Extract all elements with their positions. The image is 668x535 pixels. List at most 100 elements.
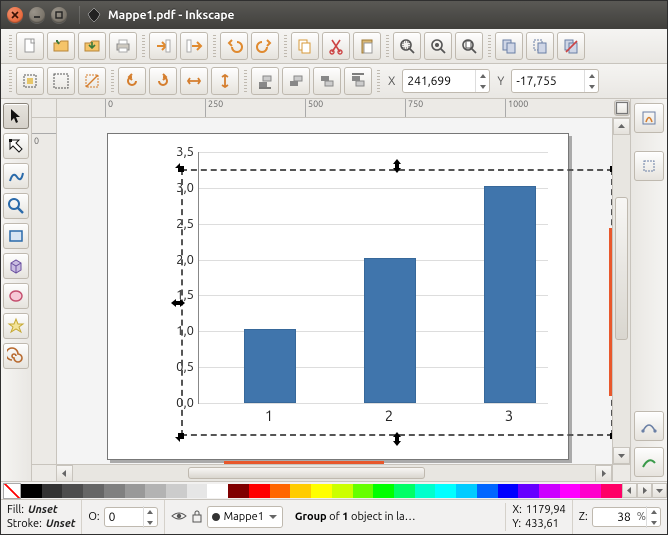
fill-stroke-indicator[interactable]: Fill:Unset Stroke:Unset bbox=[1, 502, 81, 532]
window-close-button[interactable] bbox=[7, 7, 23, 23]
canvas[interactable]: 0,00,51,01,52,02,53,03,5123 bbox=[57, 118, 612, 464]
palette-swatch[interactable] bbox=[145, 484, 166, 498]
palette-scroll-right[interactable] bbox=[637, 483, 652, 498]
unlink-clone-button[interactable] bbox=[557, 32, 585, 60]
palette-swatch[interactable] bbox=[580, 484, 601, 498]
palette-menu-button[interactable] bbox=[652, 483, 667, 498]
horizontal-ruler[interactable]: 0 250 500 750 1000 bbox=[57, 99, 613, 118]
zoom-page-button[interactable] bbox=[455, 32, 483, 60]
ellipse-tool[interactable] bbox=[3, 283, 29, 309]
toggle-commands-bar-button[interactable] bbox=[614, 100, 630, 116]
selection-handle-n[interactable] bbox=[390, 159, 404, 173]
print-button[interactable] bbox=[109, 32, 137, 60]
opacity-spin-down[interactable] bbox=[144, 517, 157, 528]
select-all-button[interactable] bbox=[47, 67, 75, 95]
palette-swatch[interactable] bbox=[228, 484, 249, 498]
palette-swatch[interactable] bbox=[311, 484, 332, 498]
palette-swatch[interactable] bbox=[435, 484, 456, 498]
y-coord-input[interactable] bbox=[512, 75, 584, 88]
open-document-button[interactable] bbox=[47, 32, 75, 60]
palette-scroll-left[interactable] bbox=[622, 483, 637, 498]
save-document-button[interactable] bbox=[78, 32, 106, 60]
scroll-left-button[interactable] bbox=[56, 465, 73, 482]
raise-to-top-button[interactable] bbox=[344, 67, 372, 95]
palette-swatch[interactable] bbox=[477, 484, 498, 498]
flip-horizontal-button[interactable] bbox=[180, 67, 208, 95]
ruler-corner[interactable] bbox=[32, 99, 57, 118]
3dbox-tool[interactable] bbox=[3, 253, 29, 279]
x-spin-up[interactable] bbox=[476, 70, 489, 81]
y-coord-field[interactable] bbox=[511, 69, 599, 93]
zoom-spin-down[interactable] bbox=[647, 517, 660, 528]
zoom-field[interactable]: % bbox=[592, 507, 661, 527]
selector-tool[interactable] bbox=[3, 103, 29, 129]
paste-button[interactable] bbox=[353, 32, 381, 60]
layer-visibility-icon[interactable] bbox=[171, 510, 187, 525]
selection-handle-sw[interactable] bbox=[174, 429, 188, 443]
deselect-button[interactable] bbox=[78, 67, 106, 95]
palette-swatch[interactable] bbox=[560, 484, 581, 498]
y-spin-down[interactable] bbox=[585, 81, 598, 92]
opacity-spin-up[interactable] bbox=[144, 506, 157, 517]
palette-swatch[interactable] bbox=[518, 484, 539, 498]
snap-paths-button[interactable] bbox=[634, 447, 664, 477]
selection-handle-nw[interactable] bbox=[174, 162, 188, 176]
redo-button[interactable] bbox=[251, 32, 279, 60]
flip-vertical-button[interactable] bbox=[211, 67, 239, 95]
selection-handle-w[interactable] bbox=[171, 296, 185, 310]
layer-lock-icon[interactable] bbox=[191, 509, 203, 526]
y-spin-up[interactable] bbox=[585, 70, 598, 81]
window-minimize-button[interactable] bbox=[29, 7, 45, 23]
palette-swatch[interactable] bbox=[207, 484, 228, 498]
vertical-ruler[interactable]: 0 bbox=[32, 118, 57, 464]
palette-swatch[interactable] bbox=[187, 484, 208, 498]
tweak-tool[interactable] bbox=[3, 163, 29, 189]
x-spin-down[interactable] bbox=[476, 81, 489, 92]
palette-swatch[interactable] bbox=[290, 484, 311, 498]
palette-swatch[interactable] bbox=[42, 484, 63, 498]
palette-swatch[interactable] bbox=[125, 484, 146, 498]
x-coord-field[interactable] bbox=[402, 69, 490, 93]
window-maximize-button[interactable] bbox=[51, 7, 67, 23]
palette-swatch[interactable] bbox=[332, 484, 353, 498]
select-all-layers-button[interactable] bbox=[16, 67, 44, 95]
zoom-spin-up[interactable] bbox=[647, 506, 660, 517]
zoom-drawing-button[interactable] bbox=[424, 32, 452, 60]
snap-nodes-button[interactable] bbox=[634, 411, 664, 441]
zoom-input[interactable] bbox=[593, 511, 635, 524]
vertical-scrollbar[interactable] bbox=[612, 118, 630, 464]
copy-button[interactable] bbox=[291, 32, 319, 60]
palette-swatch[interactable] bbox=[21, 484, 42, 498]
rotate-ccw-button[interactable] bbox=[118, 67, 146, 95]
lower-button[interactable] bbox=[282, 67, 310, 95]
scroll-up-button[interactable] bbox=[613, 118, 630, 135]
scroll-down-button[interactable] bbox=[613, 447, 630, 464]
lower-to-bottom-button[interactable] bbox=[251, 67, 279, 95]
zoom-tool[interactable] bbox=[3, 193, 29, 219]
palette-none-swatch[interactable] bbox=[3, 483, 21, 499]
palette-swatch[interactable] bbox=[498, 484, 519, 498]
raise-button[interactable] bbox=[313, 67, 341, 95]
spiral-tool[interactable] bbox=[3, 343, 29, 369]
palette-swatch[interactable] bbox=[104, 484, 125, 498]
star-tool[interactable] bbox=[3, 313, 29, 339]
zoom-selection-button[interactable] bbox=[393, 32, 421, 60]
palette-swatch[interactable] bbox=[166, 484, 187, 498]
selection-handle-ne[interactable] bbox=[606, 162, 612, 176]
vertical-scroll-thumb[interactable] bbox=[615, 197, 628, 339]
scroll-right-button[interactable] bbox=[595, 465, 612, 482]
selection-handle-se[interactable] bbox=[606, 429, 612, 443]
palette-swatch[interactable] bbox=[83, 484, 104, 498]
palette-swatch[interactable] bbox=[394, 484, 415, 498]
horizontal-scroll-thumb[interactable] bbox=[188, 467, 425, 479]
palette-swatch[interactable] bbox=[353, 484, 374, 498]
import-button[interactable] bbox=[149, 32, 177, 60]
rotate-cw-button[interactable] bbox=[149, 67, 177, 95]
rectangle-tool[interactable] bbox=[3, 223, 29, 249]
snap-bbox-button[interactable] bbox=[634, 151, 664, 181]
palette-swatch[interactable] bbox=[373, 484, 394, 498]
layer-selector[interactable]: Mappe1 bbox=[207, 506, 283, 528]
palette-swatch[interactable] bbox=[415, 484, 436, 498]
opacity-input[interactable] bbox=[105, 511, 143, 524]
opacity-field[interactable] bbox=[104, 507, 158, 527]
